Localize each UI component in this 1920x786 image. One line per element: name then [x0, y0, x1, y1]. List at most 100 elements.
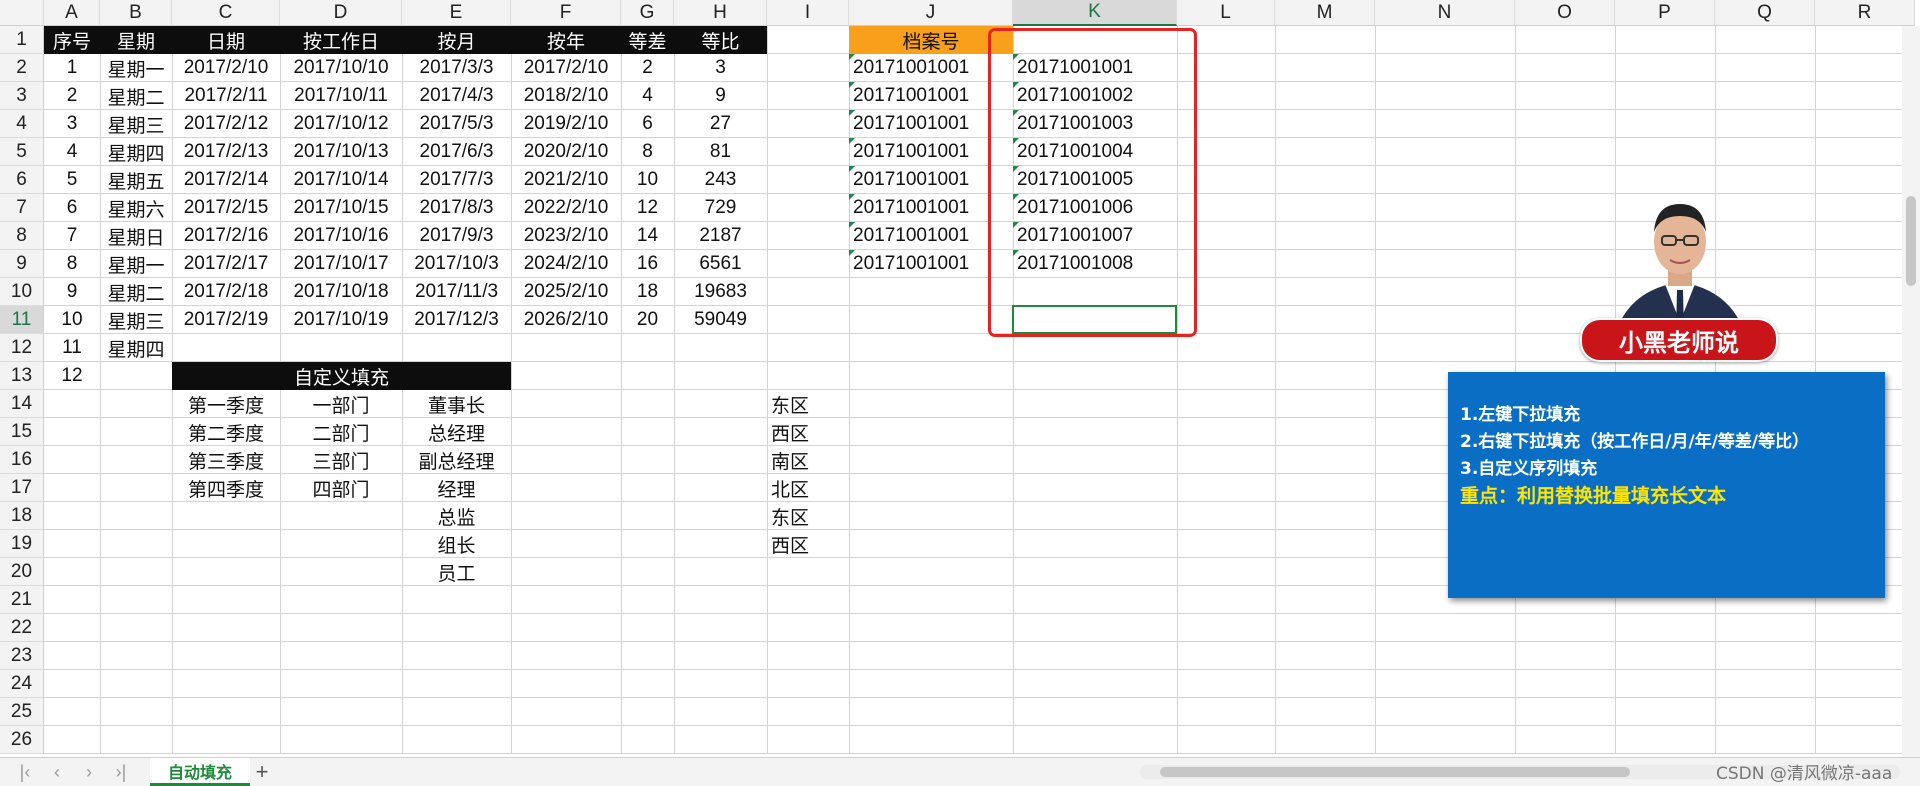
list-cell-quarter[interactable]: 第四季度 — [172, 474, 280, 502]
table-cell[interactable]: 2017/10/17 — [280, 250, 402, 278]
list-cell-department[interactable]: 一部门 — [280, 390, 402, 418]
list-cell-title[interactable]: 副总经理 — [402, 446, 511, 474]
row-header-22[interactable]: 22 — [0, 614, 44, 642]
table-cell[interactable]: 2017/2/16 — [172, 222, 280, 250]
first-sheet-icon[interactable]: |‹ — [12, 760, 38, 784]
table-cell[interactable]: 3 — [44, 110, 100, 138]
list-cell-title[interactable]: 经理 — [402, 474, 511, 502]
table-cell[interactable]: 2 — [44, 82, 100, 110]
list-cell-region[interactable]: 西区 — [767, 530, 849, 558]
table-cell[interactable]: 2017/2/17 — [172, 250, 280, 278]
table-cell[interactable]: 11 — [44, 334, 100, 362]
vertical-scroll-thumb[interactable] — [1906, 196, 1916, 286]
table-cell[interactable]: 2187 — [674, 222, 767, 250]
list-cell-quarter[interactable]: 第二季度 — [172, 418, 280, 446]
column-header-i[interactable]: I — [767, 0, 849, 26]
row-header-23[interactable]: 23 — [0, 642, 44, 670]
table-cell[interactable]: 4 — [44, 138, 100, 166]
column-header-j[interactable]: J — [849, 0, 1013, 26]
table-cell[interactable]: 2017/2/11 — [172, 82, 280, 110]
table-cell[interactable]: 2019/2/10 — [511, 110, 621, 138]
table-cell[interactable]: 3 — [674, 54, 767, 82]
table-header-cell[interactable]: 日期 — [172, 26, 280, 54]
list-cell-region[interactable]: 西区 — [767, 418, 849, 446]
list-cell-title[interactable]: 组长 — [402, 530, 511, 558]
table-cell[interactable]: 19683 — [674, 278, 767, 306]
sheet-tab-auto-fill[interactable]: 自动填充 — [150, 758, 250, 786]
table-cell[interactable]: 2018/2/10 — [511, 82, 621, 110]
add-sheet-button[interactable]: + — [250, 759, 274, 785]
column-header-g[interactable]: G — [621, 0, 674, 26]
table-cell[interactable]: 2017/10/19 — [280, 306, 402, 334]
table-header-cell[interactable]: 按年 — [511, 26, 621, 54]
table-header-cell[interactable]: 序号 — [44, 26, 100, 54]
table-cell[interactable]: 8 — [621, 138, 674, 166]
table-cell[interactable]: 星期日 — [100, 222, 172, 250]
table-cell[interactable]: 星期三 — [100, 306, 172, 334]
list-cell-quarter[interactable]: 第三季度 — [172, 446, 280, 474]
table-cell[interactable]: 27 — [674, 110, 767, 138]
row-header-21[interactable]: 21 — [0, 586, 44, 614]
row-header-2[interactable]: 2 — [0, 54, 44, 82]
table-header-cell[interactable]: 等差 — [621, 26, 674, 54]
table-cell[interactable]: 星期二 — [100, 278, 172, 306]
table-cell[interactable]: 2025/2/10 — [511, 278, 621, 306]
table-cell[interactable]: 9 — [44, 278, 100, 306]
list-cell-title[interactable]: 总经理 — [402, 418, 511, 446]
custom-fill-header[interactable]: 自定义填充 — [172, 362, 511, 390]
row-header-1[interactable]: 1 — [0, 26, 44, 54]
last-sheet-icon[interactable]: ›| — [108, 760, 134, 784]
table-cell[interactable]: 59049 — [674, 306, 767, 334]
column-header-f[interactable]: F — [511, 0, 621, 26]
table-cell[interactable]: 14 — [621, 222, 674, 250]
column-header-b[interactable]: B — [100, 0, 172, 26]
next-sheet-icon[interactable]: › — [76, 760, 102, 784]
table-cell[interactable]: 2024/2/10 — [511, 250, 621, 278]
table-cell[interactable]: 2017/8/3 — [402, 194, 511, 222]
row-header-16[interactable]: 16 — [0, 446, 44, 474]
table-cell[interactable]: 2017/10/14 — [280, 166, 402, 194]
table-cell[interactable]: 2017/4/3 — [402, 82, 511, 110]
list-cell-title[interactable]: 员工 — [402, 558, 511, 586]
table-header-cell[interactable]: 等比 — [674, 26, 767, 54]
table-cell[interactable]: 2017/10/12 — [280, 110, 402, 138]
row-header-11[interactable]: 11 — [0, 306, 44, 334]
table-cell[interactable]: 2017/2/18 — [172, 278, 280, 306]
selected-cell-k11[interactable] — [1012, 305, 1177, 334]
column-header-a[interactable]: A — [44, 0, 100, 26]
table-cell[interactable]: 2017/2/19 — [172, 306, 280, 334]
table-cell[interactable]: 18 — [621, 278, 674, 306]
table-cell[interactable]: 2017/10/13 — [280, 138, 402, 166]
table-cell[interactable]: 4 — [621, 82, 674, 110]
table-cell[interactable]: 2017/10/11 — [280, 82, 402, 110]
table-cell[interactable]: 2017/12/3 — [402, 306, 511, 334]
column-header-e[interactable]: E — [402, 0, 511, 26]
table-cell[interactable]: 9 — [674, 82, 767, 110]
table-cell[interactable]: 星期四 — [100, 138, 172, 166]
table-cell[interactable]: 243 — [674, 166, 767, 194]
list-cell-department[interactable]: 二部门 — [280, 418, 402, 446]
row-header-13[interactable]: 13 — [0, 362, 44, 390]
table-cell[interactable]: 2020/2/10 — [511, 138, 621, 166]
table-cell[interactable]: 20 — [621, 306, 674, 334]
list-cell-region[interactable]: 北区 — [767, 474, 849, 502]
table-cell[interactable]: 星期四 — [100, 334, 172, 362]
table-cell[interactable]: 2017/3/3 — [402, 54, 511, 82]
table-cell[interactable]: 2017/7/3 — [402, 166, 511, 194]
table-cell[interactable]: 81 — [674, 138, 767, 166]
table-cell[interactable]: 2017/11/3 — [402, 278, 511, 306]
table-cell[interactable]: 2017/2/15 — [172, 194, 280, 222]
column-header-r[interactable]: R — [1815, 0, 1915, 26]
table-cell[interactable]: 星期一 — [100, 54, 172, 82]
row-header-20[interactable]: 20 — [0, 558, 44, 586]
column-header-n[interactable]: N — [1375, 0, 1515, 26]
list-cell-region[interactable]: 南区 — [767, 446, 849, 474]
table-cell[interactable]: 6561 — [674, 250, 767, 278]
table-cell[interactable]: 10 — [621, 166, 674, 194]
list-cell-region[interactable]: 东区 — [767, 502, 849, 530]
row-header-14[interactable]: 14 — [0, 390, 44, 418]
row-header-15[interactable]: 15 — [0, 418, 44, 446]
vertical-scrollbar[interactable] — [1902, 26, 1920, 757]
row-header-7[interactable]: 7 — [0, 194, 44, 222]
table-cell[interactable]: 7 — [44, 222, 100, 250]
